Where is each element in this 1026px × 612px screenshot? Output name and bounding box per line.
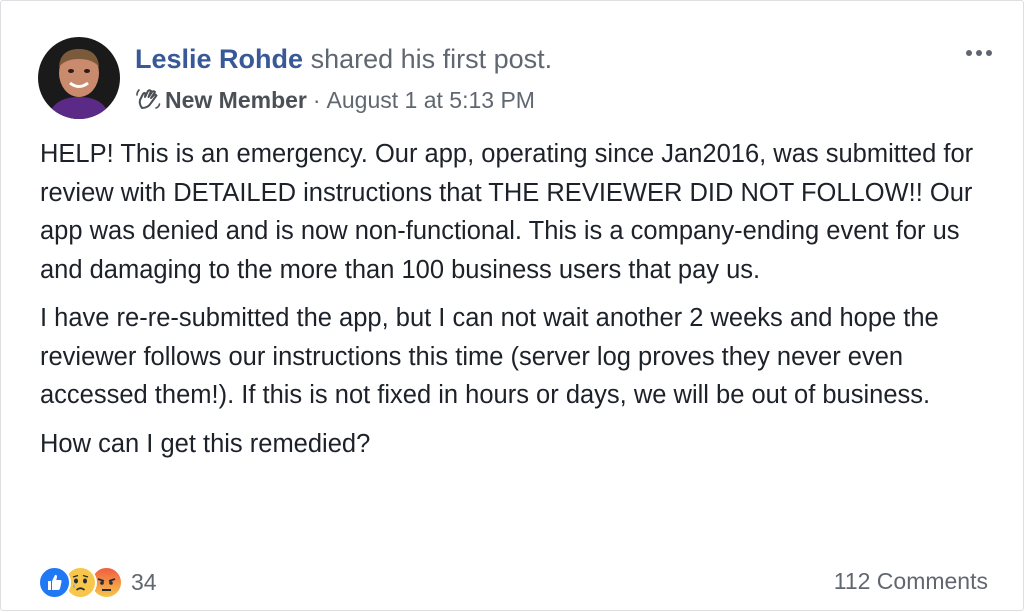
more-options-icon	[964, 50, 994, 56]
new-member-badge[interactable]: New Member	[165, 85, 307, 115]
meta-separator: ·	[312, 87, 321, 113]
more-options-button[interactable]	[959, 39, 999, 67]
post-paragraph: How can I get this remedied?	[40, 429, 371, 458]
author-avatar[interactable]	[38, 37, 120, 119]
reactions-summary[interactable]: 34	[38, 564, 157, 600]
author-name-link[interactable]: Leslie Rohde	[135, 44, 303, 74]
wave-icon	[135, 87, 161, 113]
post-card: Leslie Rohde shared his first post. New …	[0, 0, 1024, 611]
like-icon	[38, 565, 71, 599]
post-body: HELP! This is an emergency. Our app, ope…	[40, 135, 1000, 473]
post-paragraph: I have re-re-submitted the app, but I ca…	[40, 304, 939, 409]
post-action-text: shared his first post.	[310, 44, 553, 74]
post-timestamp[interactable]: August 1 at 5:13 PM	[327, 85, 535, 115]
post-paragraph: HELP! This is an emergency. Our app, ope…	[40, 140, 974, 284]
comments-count-link[interactable]: 112 Comments	[834, 568, 988, 595]
reaction-count: 34	[131, 568, 157, 595]
post-meta: New Member · August 1 at 5:13 PM	[135, 85, 535, 115]
post-header-title: Leslie Rohde shared his first post.	[135, 41, 552, 77]
avatar-photo	[38, 37, 120, 119]
